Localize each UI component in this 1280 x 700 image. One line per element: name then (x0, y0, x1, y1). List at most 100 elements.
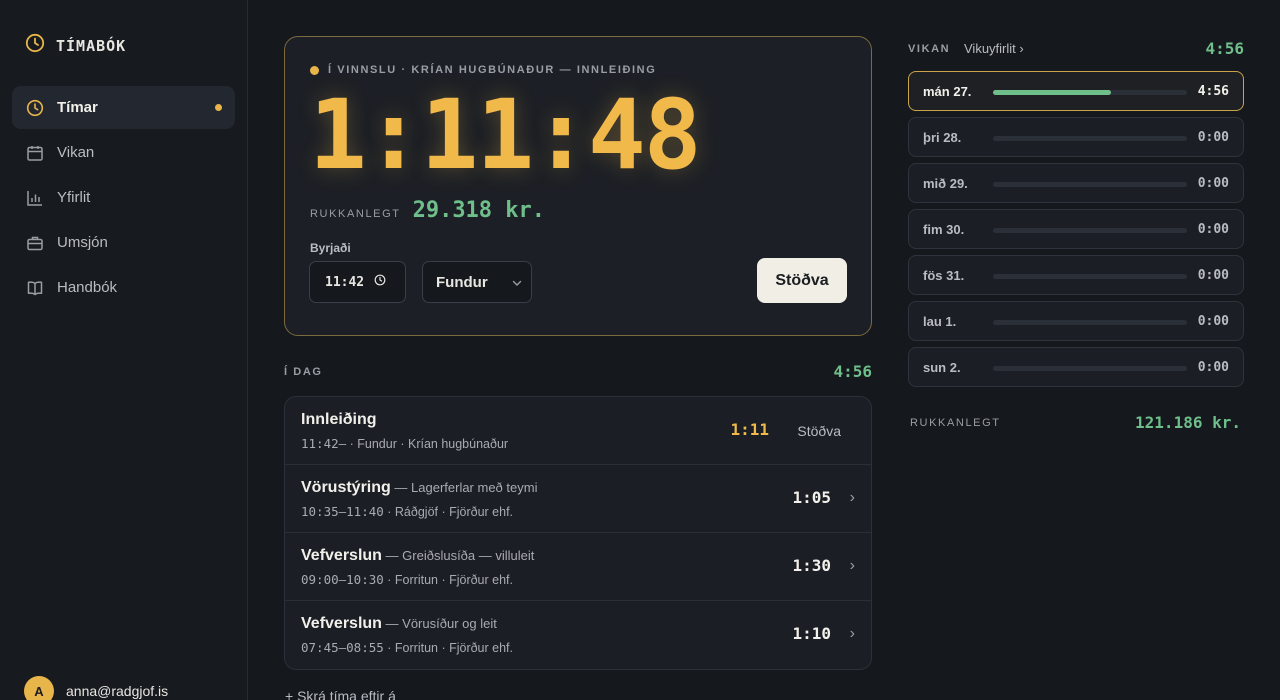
clock-icon (25, 33, 45, 58)
day-name: mið 29. (923, 176, 968, 191)
week-total: 4:56 (1205, 39, 1244, 58)
day-name: fim 30. (923, 222, 965, 237)
entry-project: Innleiðing (301, 411, 377, 428)
timer-status: Í VINNSLU · KRÍAN HUGBÚNAÐUR — INNLEIÐIN… (310, 64, 656, 76)
stop-timer-button[interactable]: Stöðva (757, 258, 847, 303)
time-entry[interactable]: Vörustýring — Lagerferlar með teymi 10:3… (285, 465, 871, 533)
day-row[interactable]: mán 27. 4:56 (908, 71, 1244, 111)
brand[interactable]: TÍMABÓK (25, 33, 126, 58)
day-name: sun 2. (923, 360, 961, 375)
chevron-right-icon[interactable]: › (850, 625, 855, 643)
category-value: Fundur (436, 273, 488, 291)
time-entry-running[interactable]: Innleiðing 11:42– · Fundur · Krían hugbú… (285, 397, 871, 465)
start-time-value: 11:42 (325, 274, 365, 290)
user-account[interactable]: A anna@radgjof.is (24, 676, 168, 700)
chevron-right-icon[interactable]: › (850, 489, 855, 507)
sidebar-item-label: Yfirlit (57, 189, 91, 206)
bar-chart-icon (26, 189, 44, 207)
entry-meta: 10:35–11:40 · Ráðgjöf · Fjörður ehf. (301, 504, 513, 519)
day-progress-track (993, 90, 1187, 95)
category-select[interactable]: Fundur (422, 261, 532, 303)
day-total: 0:00 (1197, 268, 1229, 283)
day-total: 0:00 (1197, 360, 1229, 375)
sidebar-item-umsjon[interactable]: Umsjón (12, 221, 235, 264)
day-row[interactable]: sun 2. 0:00 (908, 347, 1244, 387)
day-progress-track (993, 136, 1187, 141)
day-row[interactable]: þri 28. 0:00 (908, 117, 1244, 157)
day-progress-track (993, 366, 1187, 371)
entry-time-range: 10:35–11:40 (301, 504, 384, 519)
entry-time-range: 07:45–08:55 (301, 640, 384, 655)
chevron-right-icon[interactable]: › (850, 557, 855, 575)
week-header: VIKAN Vikuyfirlit › 4:56 (908, 38, 1244, 58)
day-total: 0:00 (1197, 130, 1229, 145)
clock-icon (26, 99, 44, 117)
entry-details: · Ráðgjöf · Fjörður ehf. (383, 505, 514, 519)
entry-title: Vefverslun — Greiðslusíða — villuleit (301, 547, 534, 565)
day-progress-track (993, 320, 1187, 325)
time-entry-list: Innleiðing 11:42– · Fundur · Krían hugbú… (284, 396, 872, 670)
sidebar-item-timar[interactable]: Tímar (12, 86, 235, 129)
sidebar-item-label: Vikan (57, 144, 95, 161)
entry-stop-button[interactable]: Stöðva (797, 423, 841, 439)
clock-icon (374, 274, 386, 290)
day-row[interactable]: mið 29. 0:00 (908, 163, 1244, 203)
entry-time-range: 11:42– (301, 436, 347, 451)
day-total: 4:56 (1197, 84, 1229, 99)
entry-meta: 07:45–08:55 · Forritun · Fjörður ehf. (301, 640, 513, 655)
today-total: 4:56 (833, 362, 872, 381)
start-time-input[interactable]: 11:42 (309, 261, 406, 303)
entry-duration: 1:30 (792, 556, 831, 575)
billable-amount: RUKKANLEGT 29.318 kr. (310, 198, 545, 223)
briefcase-icon (26, 234, 44, 252)
entry-duration: 1:05 (792, 488, 831, 507)
day-row[interactable]: lau 1. 0:00 (908, 301, 1244, 341)
time-entry[interactable]: Vefverslun — Greiðslusíða — villuleit 09… (285, 533, 871, 601)
day-total: 0:00 (1197, 176, 1229, 191)
running-dot (310, 65, 319, 75)
time-entry[interactable]: Vefverslun — Vörusíður og leit 07:45–08:… (285, 601, 871, 669)
elapsed-time: 1:11:48 (309, 79, 702, 191)
billable-label: RUKKANLEGT (310, 208, 401, 220)
sidebar: TÍMABÓK Tímar Vikan Yfirlit Umsjón Handb… (0, 0, 248, 700)
week-billable: RUKKANLEGT 121.186 kr. (910, 413, 1241, 432)
entry-details: · Forritun · Fjörður ehf. (383, 573, 513, 587)
sidebar-item-yfirlit[interactable]: Yfirlit (12, 176, 235, 219)
entry-project: Vefverslun (301, 547, 382, 564)
day-name: lau 1. (923, 314, 957, 329)
entry-duration: 1:10 (792, 624, 831, 643)
main-nav: Tímar Vikan Yfirlit Umsjón Handbók (12, 86, 235, 311)
sidebar-item-label: Tímar (57, 99, 98, 116)
sidebar-item-handbok[interactable]: Handbók (12, 266, 235, 309)
week-label: VIKAN (908, 43, 951, 55)
entry-description: — Greiðslusíða — villuleit (381, 548, 535, 563)
entry-details: · Forritun · Fjörður ehf. (383, 641, 513, 655)
day-name: fös 31. (923, 268, 965, 283)
user-email: anna@radgjof.is (66, 683, 169, 699)
entry-description: — Vörusíður og leit (381, 616, 497, 631)
calendar-icon (26, 144, 44, 162)
week-billable-value: 121.186 kr. (1135, 413, 1241, 432)
today-label: Í DAG (284, 365, 323, 378)
entry-project: Vörustýring (301, 479, 391, 496)
billable-value: 29.318 kr. (412, 198, 546, 223)
day-progress-track (993, 274, 1187, 279)
entry-meta: 09:00–10:30 · Forritun · Fjörður ehf. (301, 572, 513, 587)
active-indicator-dot (215, 104, 222, 111)
day-name: mán 27. (923, 84, 972, 99)
entry-title: Vörustýring — Lagerferlar með teymi (301, 479, 537, 497)
sidebar-item-vikan[interactable]: Vikan (12, 131, 235, 174)
day-row[interactable]: fös 31. 0:00 (908, 255, 1244, 295)
chevron-down-icon (511, 276, 523, 293)
timer-status-text: Í VINNSLU · KRÍAN HUGBÚNAÐUR — INNLEIÐIN… (328, 64, 657, 76)
entry-duration: 1:11 (730, 420, 769, 439)
add-entry-link[interactable]: + Skrá tíma eftir á (285, 688, 396, 700)
entry-details: · Fundur · Krían hugbúnaður (346, 437, 509, 451)
day-total: 0:00 (1197, 222, 1229, 237)
day-name: þri 28. (923, 130, 962, 145)
entry-title: Vefverslun — Vörusíður og leit (301, 615, 497, 633)
entry-time-range: 09:00–10:30 (301, 572, 384, 587)
book-icon (26, 279, 44, 297)
day-row[interactable]: fim 30. 0:00 (908, 209, 1244, 249)
week-overview-link[interactable]: Vikuyfirlit › (964, 41, 1024, 56)
